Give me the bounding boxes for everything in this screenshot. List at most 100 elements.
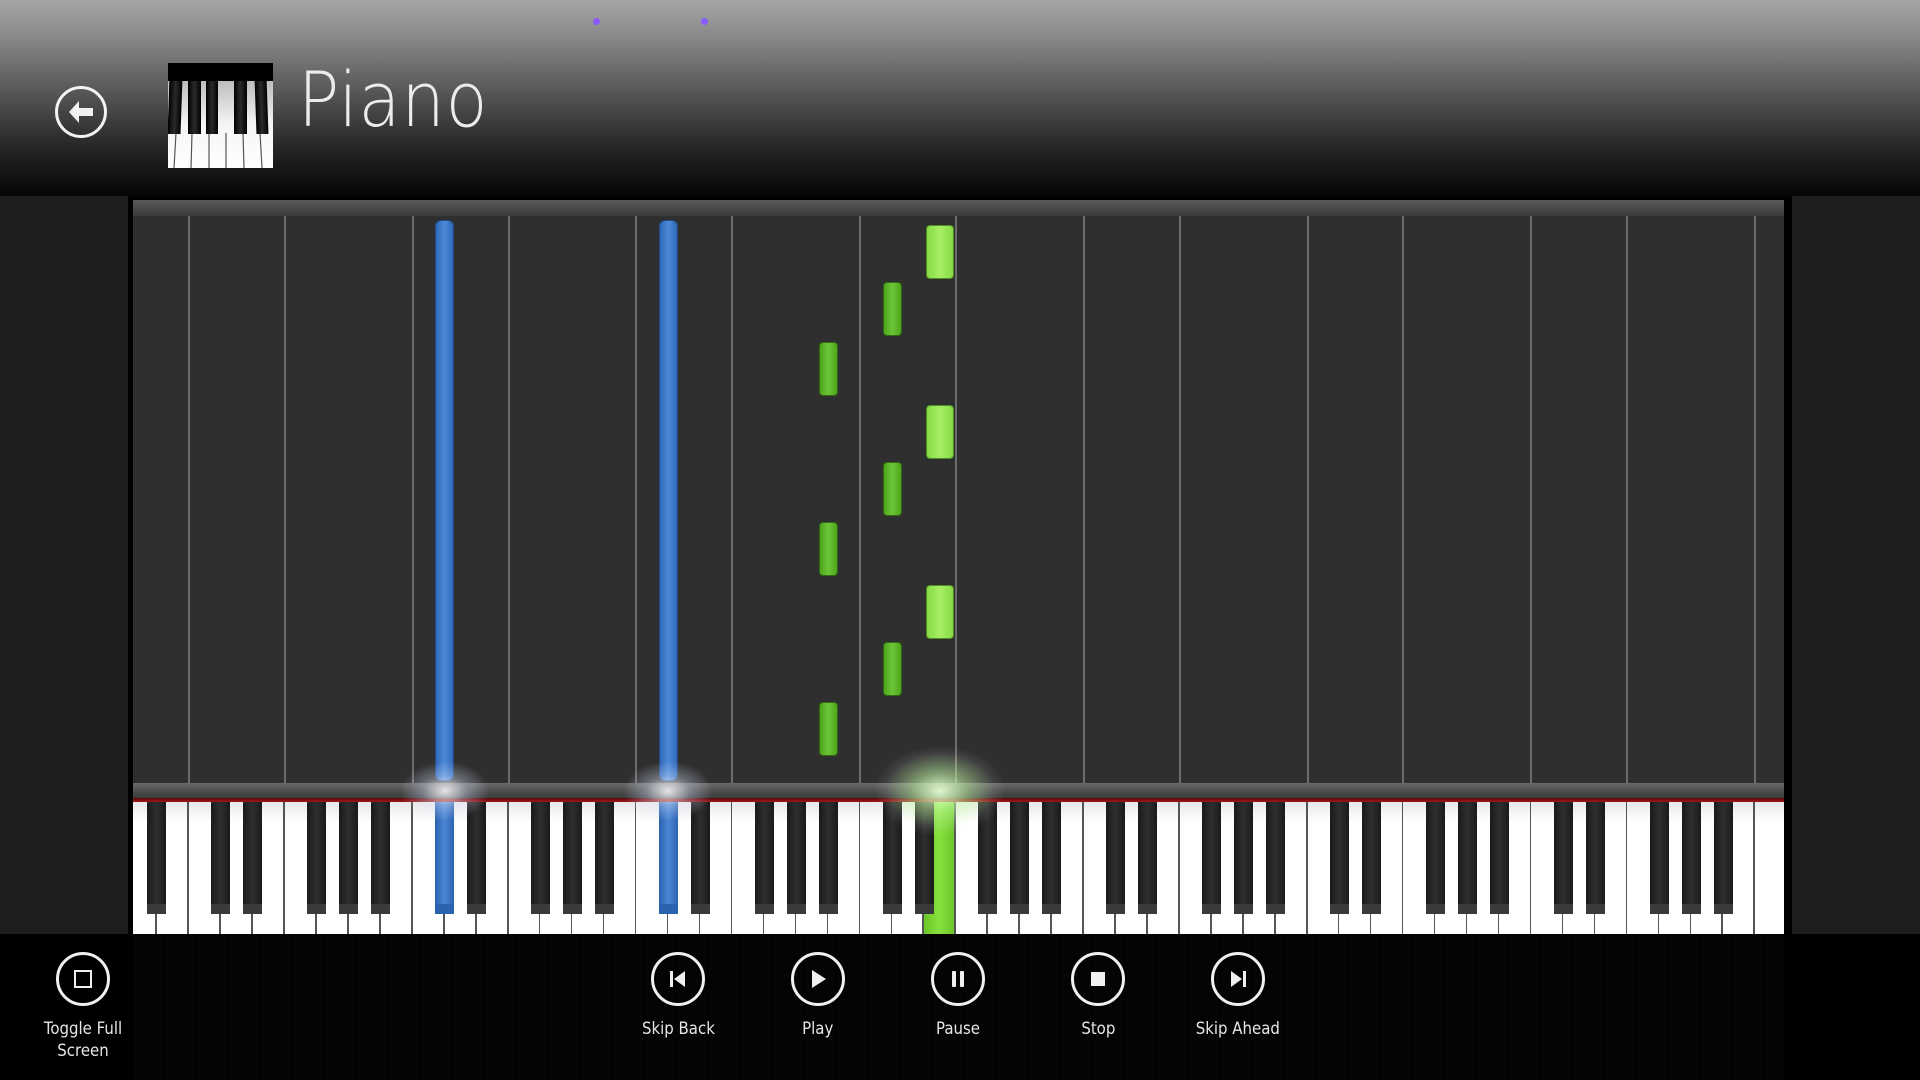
lane-guide-line — [283, 216, 286, 783]
piano-key-g-sharp7 — [1681, 802, 1701, 914]
piano-key-a-sharp3 — [818, 802, 838, 914]
piano-key-f-sharp6 — [1425, 802, 1445, 914]
back-button[interactable] — [55, 86, 107, 138]
pause-icon — [952, 971, 964, 987]
falling-note-e4 — [925, 585, 954, 639]
piano-key-c-sharp4 — [882, 802, 902, 914]
toggle-full-screen-button[interactable]: Toggle Full Screen — [23, 952, 143, 1062]
piano-key-d-sharp7 — [1585, 802, 1605, 914]
piano-keyboard — [133, 802, 1784, 934]
play-icon — [812, 970, 826, 988]
falling-note-c-sharp3 — [658, 220, 678, 781]
play-label: Play — [802, 1019, 834, 1039]
pause-label: Pause — [936, 1019, 980, 1039]
lane-guide-line — [954, 216, 957, 783]
lane-guide-line — [411, 216, 414, 783]
piano-key-c8 — [1754, 802, 1784, 934]
skip-ahead-label: Skip Ahead — [1195, 1019, 1281, 1039]
piano-key-g-sharp1 — [339, 802, 359, 914]
lane-guide-line — [859, 216, 862, 783]
lane-guide-line — [187, 216, 190, 783]
piano-key-a-sharp2 — [594, 802, 614, 914]
stop-button[interactable]: Stop — [1038, 952, 1158, 1040]
arrow-left-icon — [69, 101, 93, 123]
piano-key-f-sharp3 — [754, 802, 774, 914]
skip-back-icon — [670, 971, 685, 987]
piano-key-c-sharp6 — [1329, 802, 1349, 914]
falling-note-a-sharp3 — [818, 702, 838, 756]
pause-circle — [931, 952, 985, 1006]
play-button[interactable]: Play — [758, 952, 878, 1040]
lane-guide-line — [635, 216, 638, 783]
piano-thumbnail — [168, 63, 273, 168]
toggle-full-screen-label: Toggle Full Screen — [43, 1019, 123, 1061]
piano-key-c-sharp2 — [435, 802, 455, 914]
play-circle — [791, 952, 845, 1006]
toggle-full-screen-circle — [56, 952, 110, 1006]
falling-notes-area — [133, 216, 1784, 783]
skip-ahead-button[interactable]: Skip Ahead — [1178, 952, 1298, 1040]
piano-key-a-sharp5 — [1266, 802, 1286, 914]
stop-circle — [1071, 952, 1125, 1006]
piano-key-g-sharp2 — [562, 802, 582, 914]
piano-key-d-sharp3 — [690, 802, 710, 914]
piano-key-d-sharp6 — [1361, 802, 1381, 914]
piano-keys-image — [168, 63, 273, 168]
falling-note-a-sharp3 — [818, 522, 838, 576]
page-header: Piano — [0, 0, 1920, 196]
piano-key-f-sharp5 — [1202, 802, 1222, 914]
square-icon — [74, 970, 92, 988]
lane-guide-line — [1306, 216, 1309, 783]
skip-ahead-icon — [1231, 971, 1246, 987]
piano-key-c-sharp7 — [1553, 802, 1573, 914]
skip-ahead-circle — [1211, 952, 1265, 1006]
piano-key-f-sharp7 — [1649, 802, 1669, 914]
lane-guide-line — [1402, 216, 1405, 783]
piano-key-f-sharp4 — [978, 802, 998, 914]
lane-guide-line — [507, 216, 510, 783]
falling-note-c-sharp4 — [882, 462, 902, 516]
piano-key-d-sharp1 — [243, 802, 263, 914]
keyboard-hit-bar — [133, 783, 1784, 798]
piano-key-a-sharp4 — [1042, 802, 1062, 914]
skip-back-button[interactable]: Skip Back — [618, 952, 738, 1040]
lane-guide-line — [1530, 216, 1533, 783]
piano-key-g-sharp4 — [1010, 802, 1030, 914]
skip-back-circle — [651, 952, 705, 1006]
falling-note-c-sharp4 — [882, 282, 902, 336]
piano-key-a-sharp6 — [1489, 802, 1509, 914]
lane-guide-line — [1178, 216, 1181, 783]
stop-label: Stop — [1080, 1019, 1116, 1039]
piano-key-d-sharp5 — [1138, 802, 1158, 914]
falling-note-e4 — [925, 225, 954, 279]
lane-guide-line — [1626, 216, 1629, 783]
falling-note-c-sharp2 — [435, 220, 455, 781]
piano-key-g-sharp5 — [1234, 802, 1254, 914]
piano-key-c-sharp1 — [211, 802, 231, 914]
piano-key-f-sharp1 — [307, 802, 327, 914]
piano-key-f-sharp2 — [530, 802, 550, 914]
falling-note-a-sharp3 — [818, 342, 838, 396]
page-title: Piano — [298, 55, 489, 144]
piano-key-c-sharp5 — [1106, 802, 1126, 914]
piano-key-g-sharp6 — [1457, 802, 1477, 914]
piano-key-a-sharp1 — [371, 802, 391, 914]
piano-key-a-sharp7 — [1713, 802, 1733, 914]
piano-key-d-sharp2 — [467, 802, 487, 914]
falling-note-e4 — [925, 405, 954, 459]
falling-note-c-sharp4 — [882, 642, 902, 696]
skip-back-label: Skip Back — [641, 1019, 715, 1039]
piano-key-d-sharp4 — [914, 802, 934, 914]
lane-guide-line — [1082, 216, 1085, 783]
piano-key-c-sharp3 — [658, 802, 678, 914]
piano-key-a-sharp0 — [147, 802, 167, 914]
pause-button[interactable]: Pause — [898, 952, 1018, 1040]
video-top-strip — [133, 200, 1784, 216]
right-margin-panel — [1792, 196, 1920, 934]
loading-dot — [701, 18, 708, 25]
stop-icon — [1091, 972, 1105, 986]
lane-guide-line — [1753, 216, 1756, 783]
bottom-app-bar: Toggle Full Screen Skip Back Play Pause — [0, 934, 1920, 1080]
loading-dot — [593, 18, 600, 25]
piano-key-g-sharp3 — [786, 802, 806, 914]
